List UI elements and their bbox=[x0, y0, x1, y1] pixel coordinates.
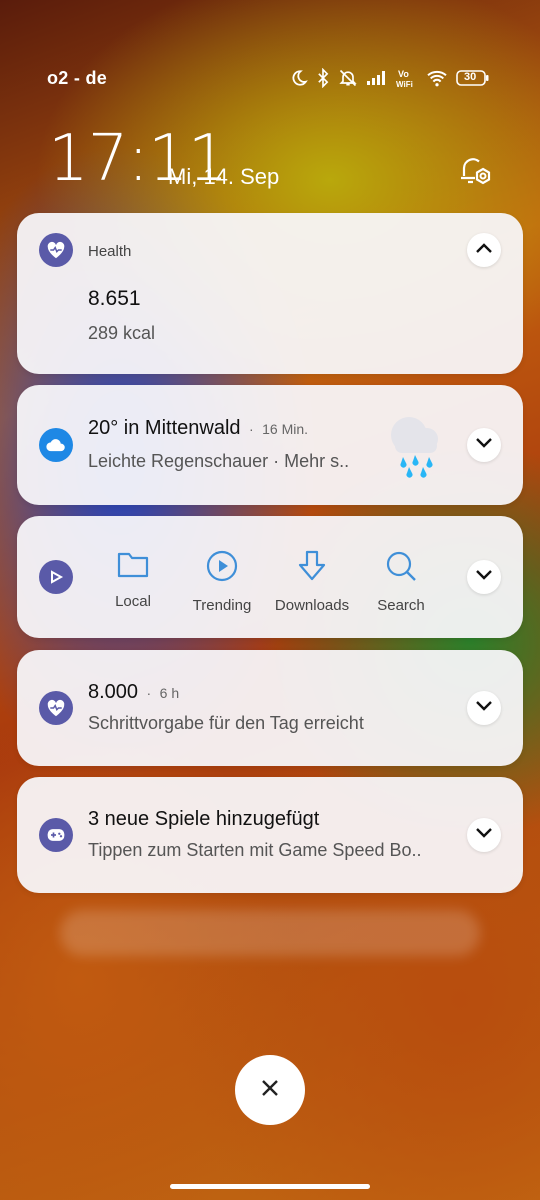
player-app-icon bbox=[39, 560, 73, 594]
health-heart-icon bbox=[39, 691, 73, 725]
notification-video-player[interactable]: Local Trending Downloads Search bbox=[17, 516, 523, 638]
download-icon bbox=[296, 550, 328, 586]
muted-bell-icon bbox=[338, 68, 358, 88]
bluetooth-icon bbox=[316, 68, 330, 88]
battery-icon: 30 bbox=[456, 69, 490, 87]
chevron-down-icon bbox=[475, 568, 493, 586]
notification-text: 289 kcal bbox=[88, 323, 156, 343]
action-label: Trending bbox=[192, 597, 252, 614]
clear-all-button[interactable] bbox=[235, 1055, 305, 1125]
notification-settings-icon[interactable] bbox=[458, 154, 494, 193]
cloud-icon bbox=[39, 428, 73, 462]
signal-icon bbox=[366, 70, 388, 86]
vowifi-icon: Vo WiFi bbox=[396, 68, 418, 88]
notification-time: 16 Min. bbox=[262, 421, 309, 437]
notification-text: Tippen zum Starten mit Game Speed Bo.. bbox=[88, 840, 422, 860]
lockscreen-date: Mi, 14. Sep bbox=[168, 164, 280, 189]
action-local[interactable]: Local bbox=[88, 550, 178, 610]
notification-weather[interactable]: 20° in Mittenwald · 16 Min. Leichte Rege… bbox=[17, 385, 523, 505]
play-circle-icon bbox=[206, 550, 238, 586]
svg-text:WiFi: WiFi bbox=[396, 80, 413, 88]
rain-cloud-icon bbox=[385, 411, 445, 484]
action-label: Downloads bbox=[274, 597, 350, 614]
close-icon bbox=[260, 1078, 280, 1103]
notification-time: 6 h bbox=[159, 685, 180, 701]
weather-title-row: 20° in Mittenwald · 16 Min. bbox=[88, 417, 308, 440]
wifi-icon bbox=[426, 69, 448, 87]
health-heart-icon bbox=[39, 233, 73, 267]
chevron-down-icon bbox=[475, 436, 493, 454]
notification-title: 8.000 bbox=[88, 681, 139, 703]
chevron-up-icon bbox=[475, 241, 493, 259]
steps-title-row: 8.000 · 6 h bbox=[88, 681, 179, 704]
separator: · bbox=[248, 421, 254, 437]
separator: · bbox=[146, 685, 152, 701]
expand-button[interactable] bbox=[467, 818, 501, 852]
action-label: Search bbox=[377, 597, 425, 614]
expand-button[interactable] bbox=[467, 691, 501, 725]
action-trending[interactable]: Trending bbox=[177, 550, 267, 614]
blurred-background-row bbox=[60, 910, 480, 956]
notification-app-name: Health bbox=[88, 243, 132, 260]
svg-text:Vo: Vo bbox=[398, 69, 409, 79]
notification-text: Leichte Regenschauer · Mehr s.. bbox=[88, 451, 350, 471]
notification-text: Schrittvorgabe für den Tag erreicht bbox=[88, 713, 364, 733]
battery-level: 30 bbox=[464, 71, 477, 83]
action-downloads[interactable]: Downloads bbox=[267, 550, 357, 614]
moon-icon bbox=[290, 69, 308, 87]
action-label: Local bbox=[115, 593, 151, 610]
chevron-down-icon bbox=[475, 699, 493, 717]
status-icons: Vo WiFi 30 bbox=[290, 68, 490, 88]
notification-title: 3 neue Spiele hinzugefügt bbox=[88, 808, 320, 830]
notification-title: 8.651 bbox=[88, 287, 141, 310]
notification-title: 20° in Mittenwald bbox=[88, 417, 241, 439]
home-indicator[interactable] bbox=[170, 1184, 370, 1189]
carrier-label: o2 - de bbox=[47, 68, 108, 88]
expand-button[interactable] bbox=[467, 560, 501, 594]
notification-health-summary[interactable]: Health 8.651 289 kcal bbox=[17, 213, 523, 374]
expand-button[interactable] bbox=[467, 428, 501, 462]
search-icon bbox=[385, 551, 417, 586]
notification-step-goal[interactable]: 8.000 · 6 h Schrittvorgabe für den Tag e… bbox=[17, 650, 523, 766]
gamepad-icon bbox=[39, 818, 73, 852]
action-search[interactable]: Search bbox=[356, 550, 446, 614]
collapse-button[interactable] bbox=[467, 233, 501, 267]
folder-icon bbox=[117, 552, 149, 582]
notification-games-added[interactable]: 3 neue Spiele hinzugefügt Tippen zum Sta… bbox=[17, 777, 523, 893]
chevron-down-icon bbox=[475, 826, 493, 844]
